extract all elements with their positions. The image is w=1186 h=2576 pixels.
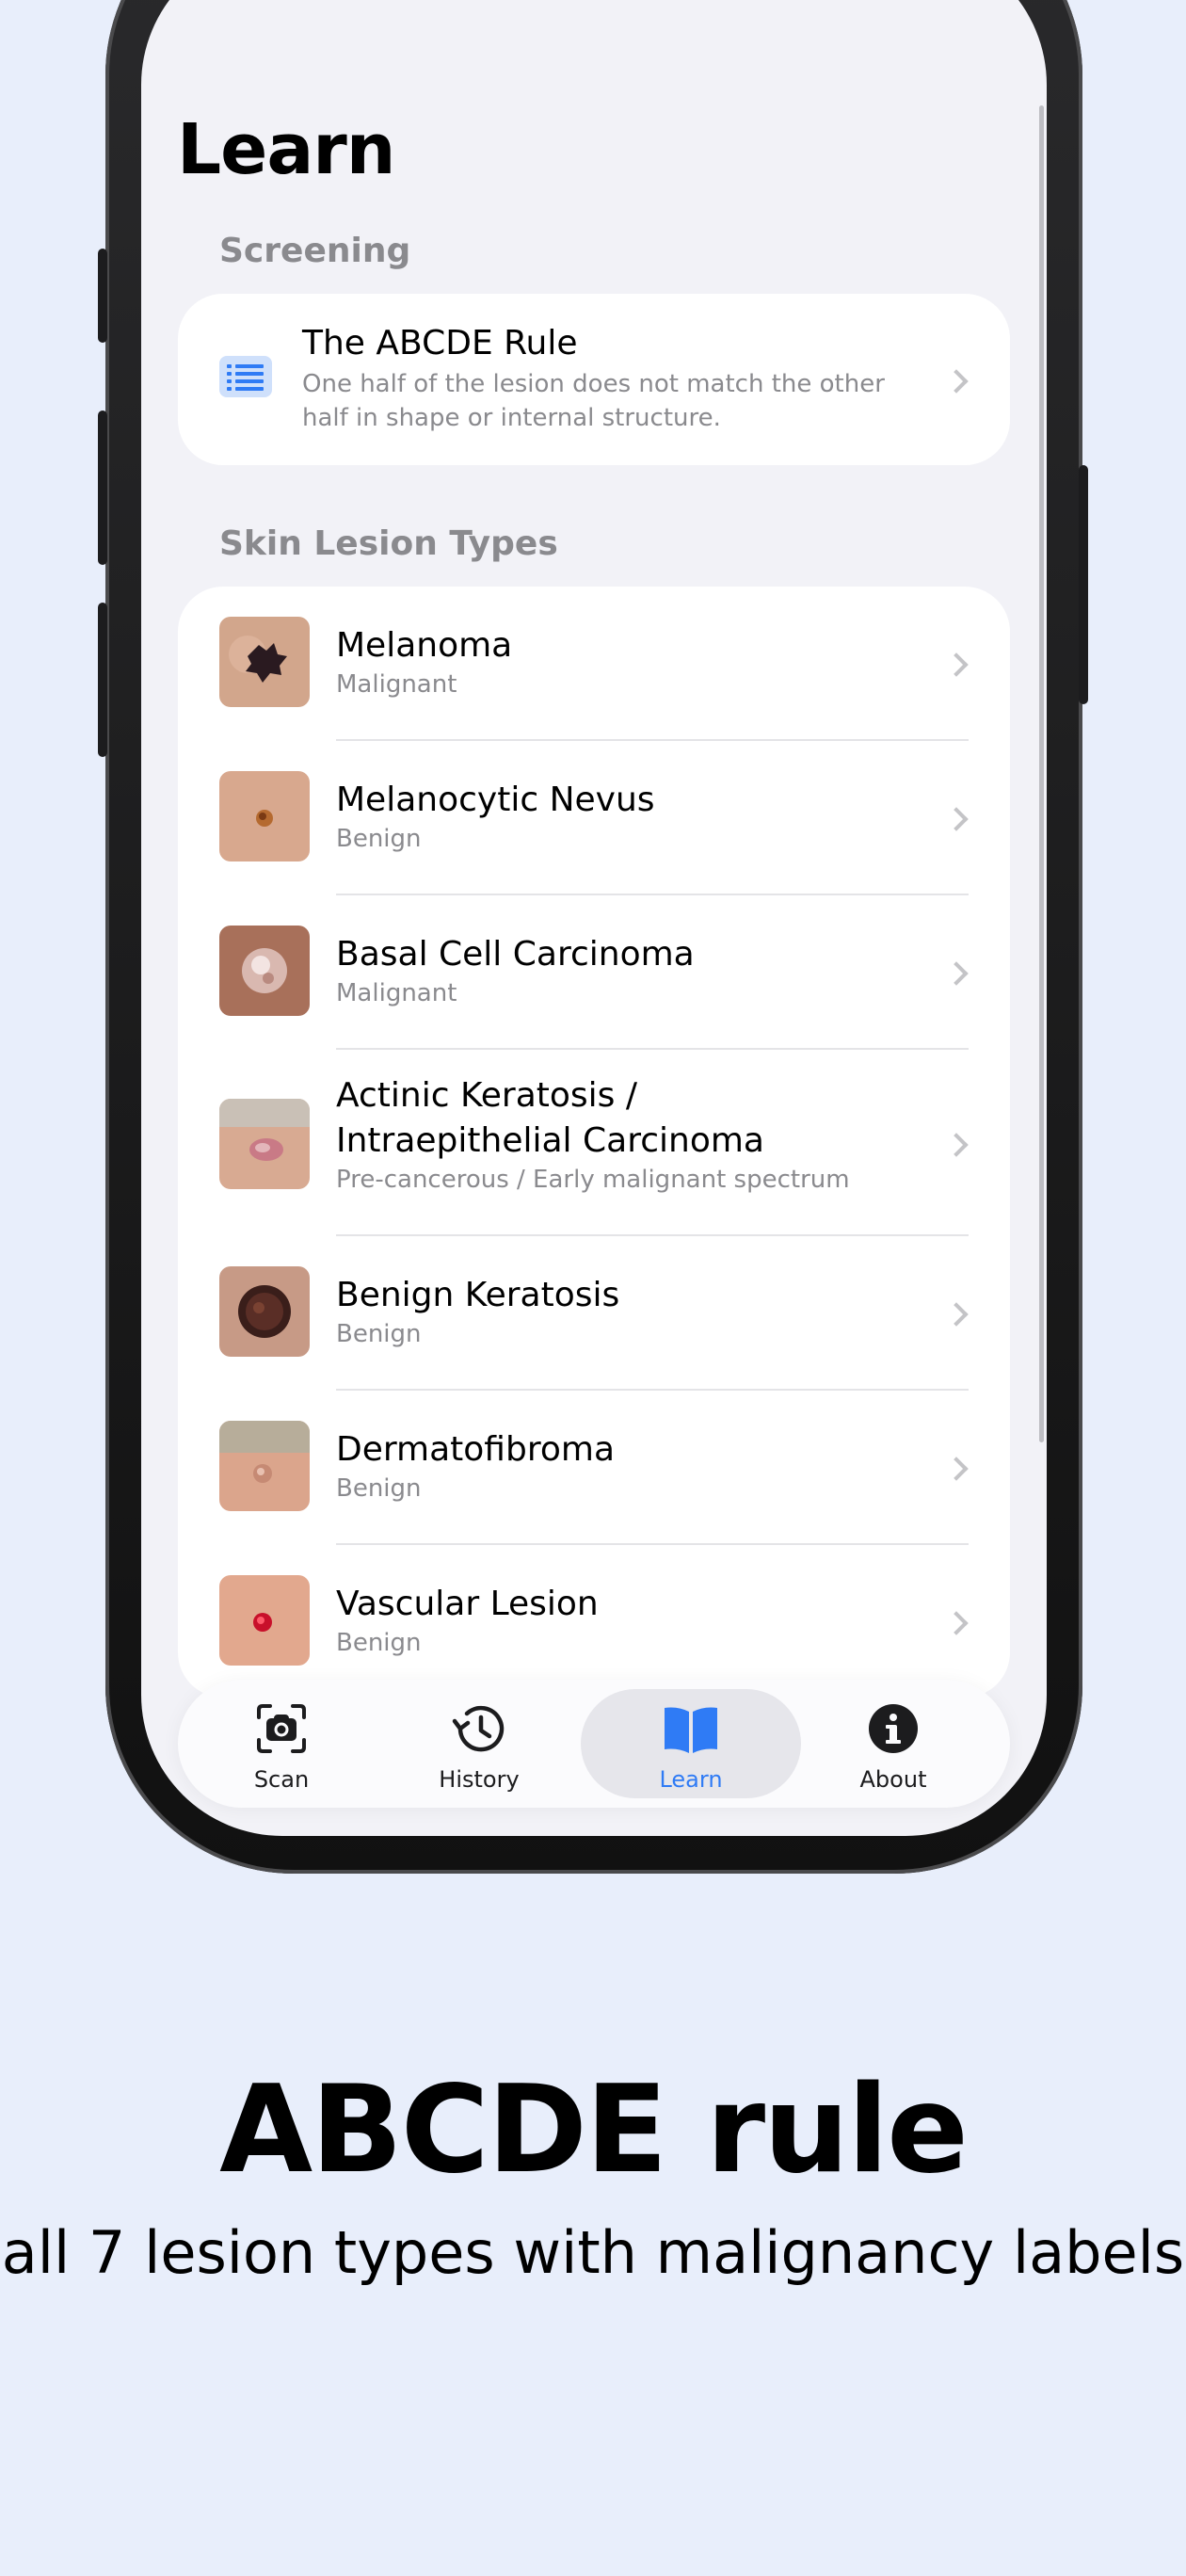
chevron-right-icon [944, 1611, 969, 1635]
abcde-rule-title: The ABCDE Rule [302, 324, 578, 362]
promo-subtitle: all 7 lesion types with malignancy label… [1, 2218, 1185, 2287]
melanoma-thumbnail [219, 617, 310, 707]
melanocytic-nevus-thumbnail [219, 771, 310, 861]
lesion-name: Benign Keratosis [336, 1276, 620, 1314]
lesion-label: Malignant [336, 670, 457, 699]
volume-down-button [98, 603, 107, 757]
tab-learn[interactable]: Learn [581, 1689, 801, 1798]
tab-about[interactable]: About [790, 1680, 997, 1808]
chevron-right-icon [944, 652, 969, 677]
screening-card: The ABCDE Rule One half of the lesion do… [178, 294, 1010, 465]
lesion-name: Melanoma [336, 626, 513, 665]
page-title: Learn [177, 109, 395, 190]
lesion-name: Dermatofibroma [336, 1430, 615, 1469]
screening-section-header: Screening [219, 232, 411, 270]
tab-label: Learn [659, 1766, 723, 1793]
dermatofibroma-thumbnail [219, 1421, 310, 1511]
book-icon [661, 1702, 721, 1759]
benign-keratosis-thumbnail [219, 1266, 310, 1357]
tab-label: Scan [253, 1766, 310, 1793]
lesion-row-melanoma[interactable]: Melanoma Malignant [178, 587, 1010, 741]
lesion-name: Vascular Lesion [336, 1585, 599, 1623]
chevron-right-icon [944, 1133, 969, 1157]
action-button [98, 249, 107, 343]
lesion-label: Benign [336, 1629, 422, 1657]
volume-up-button [98, 411, 107, 565]
lesion-row-basal-cell-carcinoma[interactable]: Basal Cell Carcinoma Malignant [178, 895, 1010, 1050]
abcde-rule-row[interactable]: The ABCDE Rule One half of the lesion do… [178, 294, 1010, 465]
basal-cell-carcinoma-thumbnail [219, 926, 310, 1016]
lesion-name-line1: Actinic Keratosis / [336, 1076, 638, 1115]
tab-bar: Scan History Learn About [178, 1680, 1010, 1808]
lesion-types-card: Melanoma Malignant Melanocytic Nevus Ben… [178, 587, 1010, 1698]
lesion-row-actinic-keratosis[interactable]: Actinic Keratosis / Intraepithelial Carc… [178, 1050, 1010, 1236]
tab-scan[interactable]: Scan [178, 1680, 385, 1808]
promo-title: ABCDE rule [219, 2060, 969, 2200]
list-icon [219, 356, 272, 397]
camera-scan-icon [255, 1702, 308, 1759]
lesion-row-vascular-lesion[interactable]: Vascular Lesion Benign [178, 1545, 1010, 1698]
lesion-label: Benign [336, 1320, 422, 1348]
lesion-name-line2: Intraepithelial Carcinoma [336, 1121, 764, 1160]
lesion-name: Basal Cell Carcinoma [336, 935, 695, 974]
history-icon [451, 1702, 507, 1759]
lesion-types-section-header: Skin Lesion Types [219, 524, 558, 563]
scroll-indicator[interactable] [1039, 105, 1044, 1442]
chevron-right-icon [944, 961, 969, 986]
info-icon [867, 1702, 920, 1759]
tab-label: History [439, 1766, 520, 1793]
power-button [1079, 465, 1088, 704]
chevron-right-icon [944, 807, 969, 831]
lesion-label: Pre-cancerous / Early malignant spectrum [336, 1166, 850, 1194]
vascular-lesion-thumbnail [219, 1575, 310, 1666]
chevron-right-icon [944, 369, 969, 394]
abcde-rule-subtitle: One half of the lesion does not match th… [302, 370, 885, 432]
chevron-right-icon [944, 1457, 969, 1481]
lesion-row-melanocytic-nevus[interactable]: Melanocytic Nevus Benign [178, 741, 1010, 895]
actinic-keratosis-thumbnail [219, 1099, 310, 1189]
chevron-right-icon [944, 1302, 969, 1327]
lesion-row-benign-keratosis[interactable]: Benign Keratosis Benign [178, 1236, 1010, 1391]
tab-history[interactable]: History [376, 1680, 583, 1808]
lesion-label: Malignant [336, 979, 457, 1007]
tab-label: About [859, 1766, 927, 1793]
lesion-name: Melanocytic Nevus [336, 781, 655, 819]
lesion-label: Benign [336, 1474, 422, 1503]
lesion-label: Benign [336, 825, 422, 853]
lesion-row-dermatofibroma[interactable]: Dermatofibroma Benign [178, 1391, 1010, 1545]
